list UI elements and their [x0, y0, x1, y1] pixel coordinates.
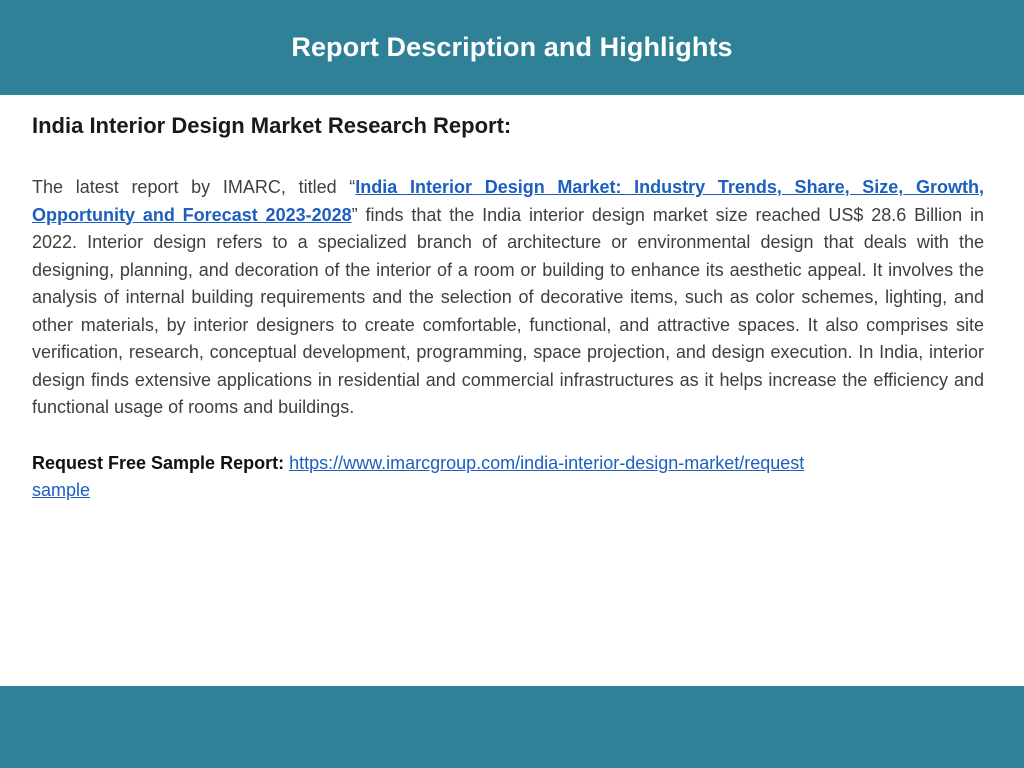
header-banner: Report Description and Highlights	[0, 0, 1024, 95]
sample-request: Request Free Sample Report: https://www.…	[32, 450, 812, 504]
intro-body: ” finds that the India interior design m…	[32, 204, 984, 418]
request-label: Request Free Sample Report:	[32, 452, 285, 473]
page-title: Report Description and Highlights	[291, 32, 733, 62]
intro-prefix: The latest report by IMARC, titled “	[32, 177, 356, 197]
footer-banner	[0, 686, 1024, 768]
section-heading: India Interior Design Market Research Re…	[32, 113, 512, 138]
report-description: The latest report by IMARC, titled “Indi…	[32, 174, 984, 422]
main-content: India Interior Design Market Research Re…	[32, 108, 984, 504]
